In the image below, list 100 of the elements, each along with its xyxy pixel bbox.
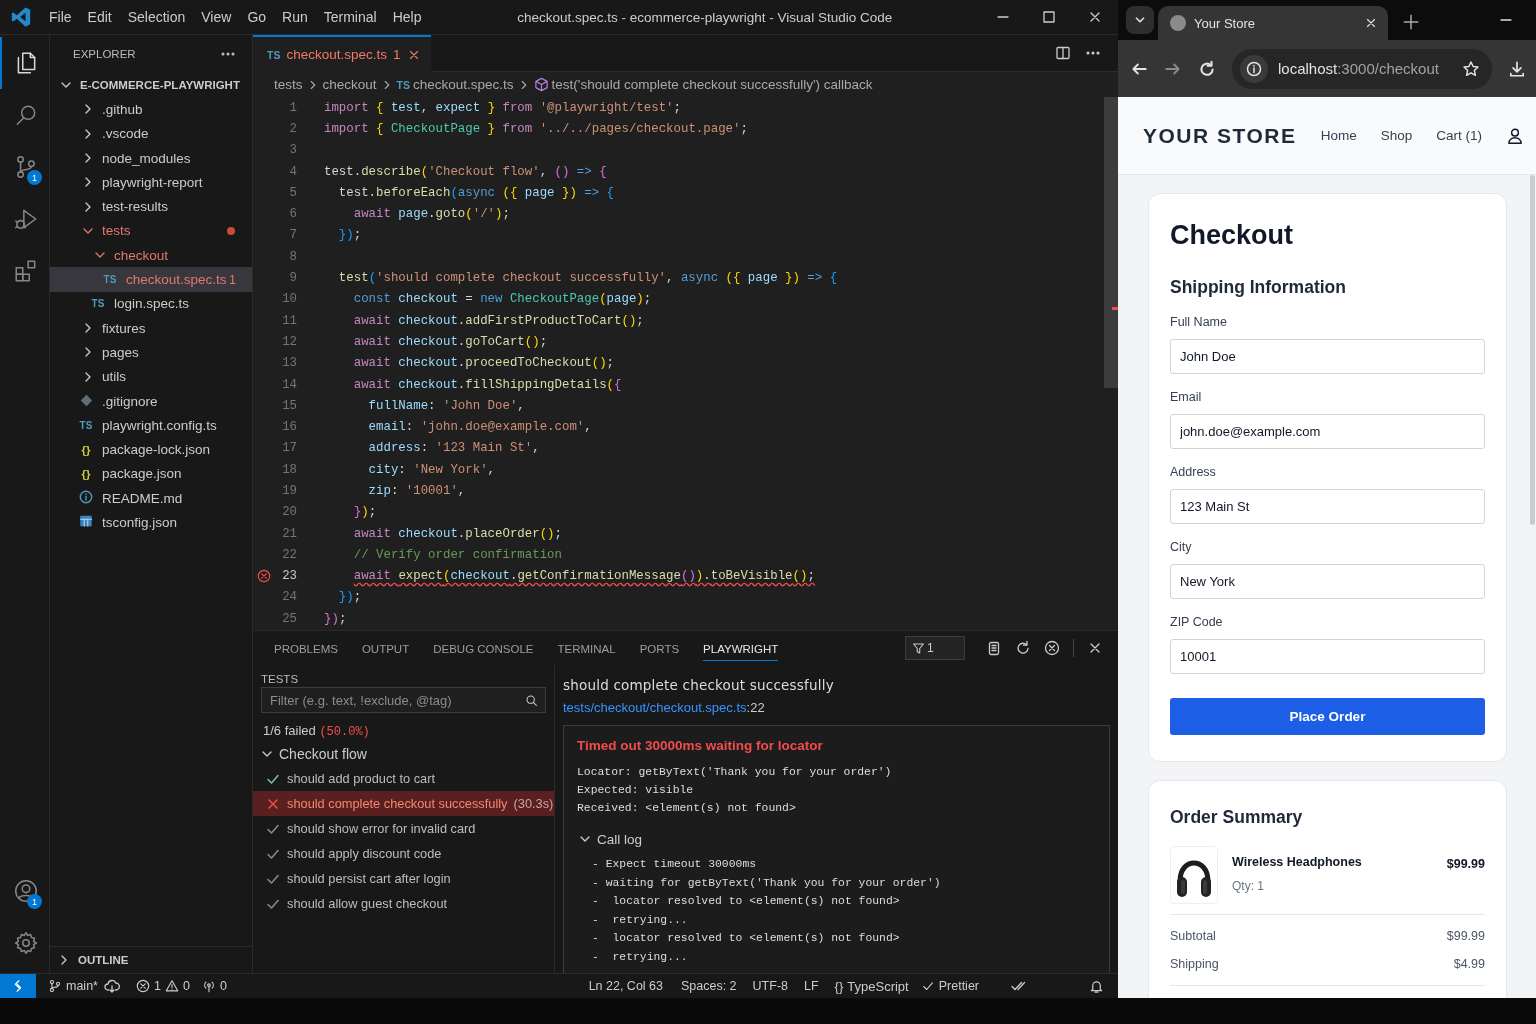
line-number: 13 — [281, 356, 297, 371]
store-logo[interactable]: YOUR STORE — [1143, 123, 1297, 148]
file-tree-item[interactable]: utils — [50, 364, 252, 389]
menu-item[interactable]: Edit — [79, 6, 120, 28]
test-item[interactable]: should add product to cart — [253, 766, 554, 791]
file-tree-item[interactable]: {} package.json — [50, 461, 252, 487]
file-link[interactable]: tests/checkout/checkout.spec.ts — [563, 700, 747, 715]
formatter-status[interactable]: Prettier — [914, 979, 985, 993]
problems-status[interactable]: 1 0 — [129, 979, 196, 993]
file-tree-item[interactable]: playwright-report — [50, 170, 252, 195]
file-tree-item[interactable]: TS login.spec.ts — [50, 291, 252, 316]
circle-x-icon[interactable] — [1044, 640, 1060, 656]
code-line: }); — [324, 611, 347, 626]
menu-item[interactable]: Run — [274, 6, 316, 28]
tab-list-button[interactable] — [1126, 6, 1154, 34]
file-tree-item[interactable]: TS playwright.config.ts — [50, 413, 252, 438]
nav-link[interactable]: Shop — [1380, 128, 1413, 143]
file-tree-item[interactable]: tsconfig.json — [50, 510, 252, 535]
cloud-icon[interactable] — [103, 978, 120, 994]
test-item[interactable]: should show error for invalid card — [253, 816, 554, 841]
panel-tab[interactable]: PORTS — [639, 635, 680, 661]
clipboard-icon[interactable] — [986, 640, 1002, 656]
refresh-icon[interactable] — [1015, 640, 1031, 656]
menu-item[interactable]: Help — [384, 6, 430, 28]
call-log-toggle[interactable]: Call log — [577, 831, 1096, 847]
grid-icon — [79, 514, 93, 529]
address-bar[interactable]: localhost:3000/checkout — [1232, 48, 1492, 89]
star-icon[interactable] — [1462, 59, 1480, 78]
line-number: 21 — [281, 526, 297, 541]
section-title: TESTS — [260, 672, 300, 687]
file-tree-item[interactable]: README.md — [50, 486, 252, 511]
filter-field[interactable]: Filter (e.g. text, !exclude, @tag) — [261, 687, 546, 713]
menu-item[interactable]: View — [193, 6, 240, 28]
breadcrumb-item[interactable]: test('should complete checkout successfully') callback — [551, 77, 873, 92]
file-tree-item[interactable]: fixtures — [50, 315, 252, 341]
input-field[interactable]: john.doe@example.com — [1170, 414, 1485, 449]
user-icon[interactable] — [1506, 126, 1524, 145]
new-tab-icon[interactable] — [1402, 13, 1420, 31]
scrollbar-thumb[interactable] — [1104, 97, 1118, 388]
remote-button[interactable] — [0, 974, 36, 998]
line-ending-status[interactable]: LF — [798, 979, 825, 993]
place-order-button[interactable]: Place Order — [1170, 698, 1485, 735]
total-value: $4.99 — [1453, 957, 1485, 971]
indentation-status[interactable]: Spaces: 2 — [675, 979, 743, 993]
language-status[interactable]: TypeScript — [847, 978, 909, 994]
activity-tab[interactable]: 1 — [0, 865, 49, 917]
panel-tab[interactable]: OUTPUT — [361, 635, 410, 661]
file-tree-item[interactable]: node_modules — [50, 145, 252, 171]
breadcrumb-item[interactable]: checkout — [322, 77, 377, 92]
panel-tab[interactable]: PROBLEMS — [274, 635, 338, 661]
test-item[interactable]: should allow guest checkout — [253, 891, 554, 916]
breadcrumb-item[interactable]: tests — [274, 77, 303, 92]
download-icon[interactable] — [1508, 59, 1526, 78]
menu-item[interactable]: Selection — [119, 6, 194, 28]
code-line: zip: '10001', — [367, 484, 466, 498]
nav-link[interactable]: Home — [1320, 128, 1357, 143]
file-tree-item[interactable]: {} package-lock.json — [50, 437, 252, 462]
test-group[interactable]: Checkout flow — [253, 741, 554, 766]
encoding-status[interactable]: UTF-8 — [746, 979, 794, 993]
breadcrumb-item[interactable]: checkout.spec.ts — [413, 77, 514, 92]
file-tree-item[interactable]: .github — [50, 97, 252, 122]
file-tree-item[interactable]: checkout — [50, 243, 252, 268]
activity-tab[interactable]: 1 — [0, 141, 49, 193]
editor-tab[interactable]: TS checkout.spec.ts 1 — [253, 35, 431, 72]
file-tree-item[interactable]: .vscode — [50, 121, 252, 146]
maximize-icon[interactable] — [1041, 9, 1057, 25]
line-number: 14 — [281, 377, 297, 392]
menu-item[interactable]: Terminal — [315, 6, 385, 28]
panel-tab[interactable]: TERMINAL — [557, 635, 616, 661]
menu-item[interactable]: Go — [239, 6, 275, 28]
branch-status[interactable]: main* — [42, 979, 104, 993]
panel-tab[interactable]: DEBUG CONSOLE — [433, 635, 534, 661]
panel-tab[interactable]: PLAYWRIGHT — [703, 635, 779, 661]
input-field[interactable]: 123 Main St — [1170, 489, 1485, 524]
file-tree-item[interactable]: pages — [50, 340, 252, 365]
file-tree-item[interactable]: tests — [50, 218, 252, 244]
ports-status[interactable]: 0 — [195, 979, 233, 993]
test-item[interactable]: should apply discount code — [253, 841, 554, 866]
line-number: 25 — [281, 611, 297, 626]
search-icon — [525, 694, 538, 707]
bell-icon[interactable] — [1089, 978, 1104, 994]
input-field[interactable]: New York — [1170, 564, 1485, 599]
folder-header[interactable]: E-COMMERCE-PLAYWRIGHT — [50, 73, 252, 98]
file-tree-item[interactable]: .gitignore — [50, 388, 252, 414]
browser-tab[interactable]: Your Store — [1158, 6, 1388, 40]
test-item[interactable]: should persist cart after login — [253, 866, 554, 891]
file-tree-item[interactable]: test-results — [50, 194, 252, 219]
test-item[interactable]: should complete checkout successfully (30.3s) — [253, 791, 554, 816]
logo-icon — [10, 6, 32, 28]
cursor-position[interactable]: Ln 22, Col 63 — [582, 979, 669, 993]
menu-item[interactable]: File — [41, 6, 80, 28]
file-tree-item[interactable]: TS checkout.spec.ts 1 — [50, 267, 252, 292]
split-editor-icon[interactable] — [1055, 45, 1071, 61]
nav-link[interactable]: Cart (1) — [1436, 128, 1482, 143]
input-field[interactable]: John Doe — [1170, 339, 1485, 374]
reload-icon[interactable] — [1198, 59, 1216, 78]
filter-field[interactable]: 1 — [905, 636, 965, 660]
input-field[interactable]: 10001 — [1170, 639, 1485, 674]
close-icon[interactable] — [1364, 16, 1378, 30]
scrollbar-thumb[interactable] — [1530, 175, 1535, 525]
